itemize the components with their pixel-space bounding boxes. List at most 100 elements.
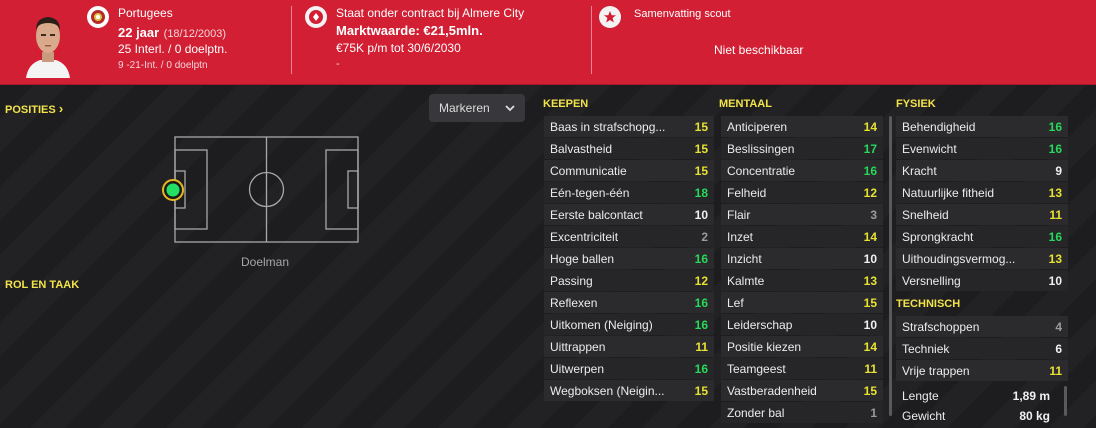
attribute-row[interactable]: Sprongkracht 16 — [896, 226, 1068, 247]
fysiek-title: FYSIEK — [896, 98, 936, 110]
body-stat-label: Lengte — [902, 388, 939, 403]
attribute-label: Anticiperen — [727, 119, 788, 134]
attribute-value: 9 — [1055, 163, 1062, 178]
scrollbar[interactable] — [889, 116, 892, 416]
attribute-row[interactable]: Baas in strafschopg... 15 — [544, 116, 714, 137]
attribute-row[interactable]: Communicatie 15 — [544, 160, 714, 181]
attribute-row[interactable]: Felheid 12 — [721, 182, 883, 203]
attribute-label: Eén-tegen-één — [550, 185, 630, 200]
attribute-row[interactable]: Kracht 9 — [896, 160, 1068, 181]
attribute-value: 2 — [701, 229, 708, 244]
international-caps: 25 Interl. / 0 doelptn. — [118, 42, 228, 56]
scout-section: Samenvatting scout Niet beschikbaar — [599, 0, 929, 85]
goalkeeper-position-marker[interactable] — [161, 178, 185, 202]
attribute-row[interactable]: Zonder bal 1 — [721, 402, 883, 423]
attribute-value: 16 — [863, 163, 877, 178]
role-label: ROL EN TAAK — [5, 279, 80, 291]
chevron-right-icon: › — [58, 101, 64, 116]
attribute-row[interactable]: Passing 12 — [544, 270, 714, 291]
attribute-row[interactable]: Hoge ballen 16 — [544, 248, 714, 269]
attribute-row[interactable]: Snelheid 11 — [896, 204, 1068, 225]
positions-link[interactable]: POSITIES › — [5, 101, 63, 116]
attribute-row[interactable]: Uitkomen (Neiging) 16 — [544, 314, 714, 335]
attribute-row[interactable]: Strafschoppen 4 — [896, 316, 1068, 337]
attribute-row[interactable]: Techniek 6 — [896, 338, 1068, 359]
attribute-value: 13 — [863, 273, 877, 288]
body-stat-value: 1,89 m — [1012, 388, 1050, 403]
attribute-label: Teamgeest — [727, 361, 786, 376]
attribute-value: 11 — [1049, 207, 1062, 222]
attribute-row[interactable]: Uitwerpen 16 — [544, 358, 714, 379]
attribute-row[interactable]: Eerste balcontact 10 — [544, 204, 714, 225]
mark-dropdown[interactable]: Markeren — [429, 94, 525, 122]
attribute-label: Inzet — [727, 229, 754, 244]
contract-section: Staat onder contract bij Almere City Mar… — [305, 0, 585, 85]
attribute-label: Felheid — [727, 185, 767, 200]
attribute-label: Reflexen — [550, 295, 598, 310]
attribute-label: Inzicht — [727, 251, 762, 266]
attribute-label: Hoge ballen — [550, 251, 615, 266]
attribute-label: Excentriciteit — [550, 229, 619, 244]
attribute-row[interactable]: Balvastheid 15 — [544, 138, 714, 159]
scout-title: Samenvatting scout — [634, 8, 731, 20]
attribute-label: Communicatie — [550, 163, 627, 178]
attribute-row[interactable]: Excentriciteit 2 — [544, 226, 714, 247]
attribute-row[interactable]: Evenwicht 16 — [896, 138, 1068, 159]
attribute-row[interactable]: Vastberadenheid 15 — [721, 380, 883, 401]
header-divider — [291, 6, 292, 74]
contract-status: Staat onder contract bij Almere City — [336, 6, 525, 20]
body-stat-value: 80 kg — [1019, 408, 1050, 423]
market-value: Marktwaarde: €21,5mln. — [336, 23, 483, 38]
attribute-label: Uittrappen — [550, 339, 606, 354]
attribute-value: 16 — [1048, 229, 1062, 244]
attribute-value: 12 — [863, 185, 877, 200]
body-stat-label: Gewicht — [902, 408, 946, 423]
attribute-row[interactable]: Reflexen 16 — [544, 292, 714, 313]
attribute-value: 1 — [870, 405, 877, 420]
attribute-row[interactable]: Kalmte 13 — [721, 270, 883, 291]
attribute-label: Eerste balcontact — [550, 207, 643, 222]
attribute-row[interactable]: Natuurlijke fitheid 13 — [896, 182, 1068, 203]
attribute-row[interactable]: Concentratie 16 — [721, 160, 883, 181]
attribute-row[interactable]: Versnelling 10 — [896, 270, 1068, 291]
scrollbar[interactable] — [1064, 386, 1067, 416]
attribute-value: 6 — [1055, 341, 1062, 356]
attribute-label: Vastberadenheid — [727, 383, 817, 398]
attribute-row[interactable]: Wegboksen (Neigin... 15 — [544, 380, 714, 401]
attribute-row[interactable]: Positie kiezen 14 — [721, 336, 883, 357]
age: 22 jaar — [118, 25, 160, 40]
attribute-value: 3 — [870, 207, 877, 222]
attribute-row[interactable]: Vrije trappen 11 — [896, 360, 1068, 381]
attribute-label: Concentratie — [727, 163, 796, 178]
attribute-label: Versnelling — [902, 273, 961, 288]
attribute-row[interactable]: Uithoudingsvermog... 13 — [896, 248, 1068, 269]
attribute-label: Flair — [727, 207, 751, 222]
attribute-row[interactable]: Flair 3 — [721, 204, 883, 225]
attribute-row[interactable]: Leiderschap 10 — [721, 314, 883, 335]
attribute-row[interactable]: Beslissingen 17 — [721, 138, 883, 159]
attribute-label: Passing — [550, 273, 593, 288]
positions-label: POSITIES — [5, 104, 56, 116]
attribute-label: Leiderschap — [727, 317, 793, 332]
attribute-row[interactable]: Lef 15 — [721, 292, 883, 313]
attribute-label: Snelheid — [902, 207, 949, 222]
club-badge-icon — [305, 6, 327, 28]
u21-caps: 9 -21-Int. / 0 doelptn — [118, 60, 208, 71]
attribute-value: 18 — [694, 185, 708, 200]
attribute-row[interactable]: Inzicht 10 — [721, 248, 883, 269]
attribute-label: Lef — [727, 295, 744, 310]
attribute-value: 10 — [863, 317, 877, 332]
attribute-row[interactable]: Eén-tegen-één 18 — [544, 182, 714, 203]
attribute-row[interactable]: Teamgeest 11 — [721, 358, 883, 379]
attribute-row[interactable]: Uittrappen 11 — [544, 336, 714, 357]
wage: €75K p/m tot 30/6/2030 — [336, 41, 461, 55]
attribute-label: Natuurlijke fitheid — [902, 185, 995, 200]
attribute-value: 15 — [694, 383, 708, 398]
mark-dropdown-label: Markeren — [439, 101, 490, 115]
attribute-label: Strafschoppen — [902, 319, 980, 334]
attribute-row[interactable]: Inzet 14 — [721, 226, 883, 247]
attribute-label: Uitkomen (Neiging) — [550, 317, 653, 332]
attribute-row[interactable]: Behendigheid 16 — [896, 116, 1068, 137]
attribute-row[interactable]: Anticiperen 14 — [721, 116, 883, 137]
attribute-value: 11 — [695, 339, 708, 354]
